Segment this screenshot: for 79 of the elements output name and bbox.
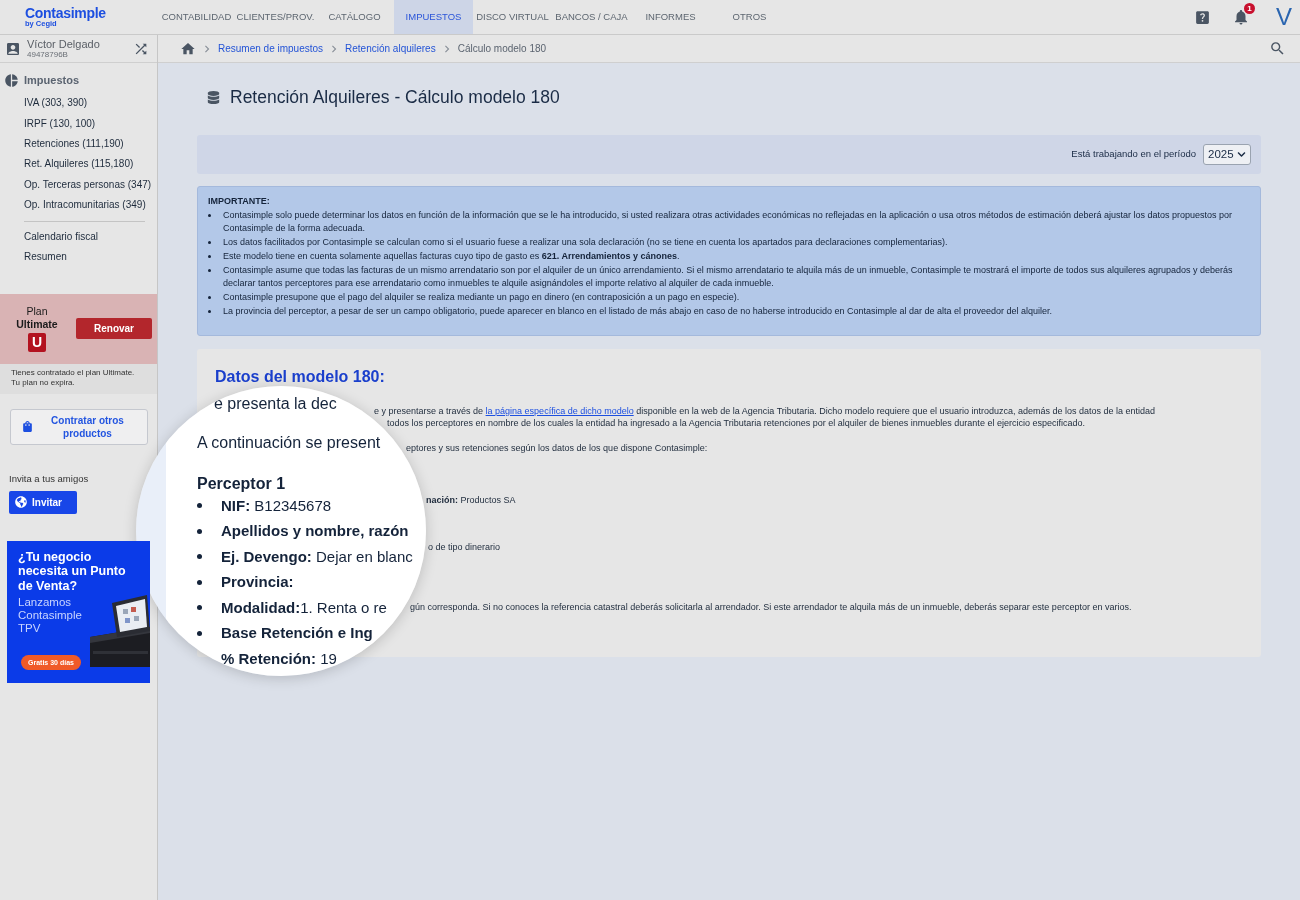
paragraph-text: todos los perceptores en nombre de los cuales la entidad ha ingresado a la Agencia Tributaria retenciones por el alquiler de bienes inmuebles durante el ejercicio especificado.: [387, 417, 1085, 429]
plan-note: Tienes contratado el plan Ultimate. Tu plan no expira.: [0, 363, 157, 394]
sidebar-link[interactable]: Op. Intracomunitarias (349): [24, 194, 146, 215]
magnified-text: e presenta la dec: [214, 396, 337, 412]
paragraph-text: nación: Productos SA: [426, 494, 516, 506]
invite-button[interactable]: Invitar: [9, 490, 77, 514]
nav-tab[interactable]: CATÁLOGO: [315, 0, 394, 34]
products-button[interactable]: Contratar otros productos: [10, 408, 148, 445]
page-title: Retención Alquileres - Cálculo modelo 180: [230, 87, 560, 107]
field-text: % Retención: 19: [221, 650, 337, 667]
caret-icon: [1237, 150, 1246, 159]
shopping-bag-icon: [21, 420, 34, 434]
promo-headline: ¿Tu negocio necesita un Punto de Venta?: [18, 549, 127, 594]
notice-title: IMPORTANTE:: [208, 195, 271, 208]
promo-text: Lanzamos Contasimple TPV: [18, 596, 83, 636]
paragraph-text: e y presentarse a través de la página específica de dicho modelo disponible en la web de la Agencia Tributaria. Dicho modelo requiere que el usuario introduzca, además de los datos de la entidad: [374, 405, 1156, 417]
bell-icon[interactable]: [1232, 8, 1250, 26]
magnified-text: A continuación se present: [197, 435, 381, 451]
field-text: Modalidad:1. Renta o re: [221, 599, 387, 616]
sidebar-link[interactable]: IVA (303, 390): [24, 92, 88, 113]
renew-button[interactable]: Renovar: [76, 318, 152, 340]
field-text: Ej. Devengo: Dejar en blanc: [221, 548, 413, 565]
notice-text: Este modelo tiene en cuenta solamente aquellas facturas cuyo tipo de gasto es 621. Arrendamientos y cánones.: [223, 249, 680, 263]
nav-tab[interactable]: CONTABILIDAD: [157, 0, 236, 34]
nav-tab[interactable]: IMPUESTOS: [394, 0, 473, 34]
field-text: Base Retención e Ing: [221, 625, 373, 642]
person-card-icon: [5, 40, 21, 57]
plan-label: Plan: [26, 305, 48, 319]
breadcrumb-link[interactable]: Resumen de impuestos: [218, 41, 324, 56]
nav-tab[interactable]: BANCOS / CAJA: [552, 0, 631, 34]
bullet-icon: [208, 241, 211, 245]
account-id: 49478796B: [27, 50, 69, 59]
notice-text: Los datos facilitados por Contasimple se calculan como si el usuario fuese a realizar una sola declaración (no se tiene en cuenta los apartados para declaraciones complementarias).: [223, 236, 948, 250]
notice-text: Contasimple asume que todas las facturas de un mismo arrendatario son por el alquiler de un único arrendamiento. Si el mismo arrendatario te alquila más de un inmueble, Contasimple te mostrará el importe de todos sus alquileres agrupados y deberás declarar tantos perceptores para ese arrendatario como inmuebles te alquile asignándoles el importe relativo al alquiler de cada inmueble.: [223, 263, 1234, 291]
breadcrumb-current: Cálculo modelo 180: [457, 42, 547, 56]
search-icon[interactable]: [1269, 40, 1286, 57]
sidebar-link[interactable]: Op. Terceras personas (347): [24, 174, 152, 195]
field-text: Provincia:: [221, 574, 294, 591]
database-icon: [207, 90, 220, 104]
sidebar-link[interactable]: Calendario fiscal: [24, 225, 98, 247]
sidebar-link[interactable]: Ret. Alquileres (115,180): [24, 153, 134, 175]
nav-tab[interactable]: DISCO VIRTUAL: [473, 0, 552, 34]
nav-tab[interactable]: OTROS: [710, 0, 789, 34]
logo-wordmark[interactable]: Contasimple: [25, 6, 106, 20]
notice-text: La provincia del perceptor, a pesar de ser un campo obligatorio, puede aparecer en blanco en el listado de más abajo en caso de no haberse introducido en Contasimple al dar de alta el proveedor del alquiler.: [223, 304, 1053, 318]
help-icon[interactable]: [1194, 8, 1211, 26]
bullet-icon: [208, 268, 211, 272]
user-initial[interactable]: V: [1276, 5, 1292, 29]
period-select[interactable]: 2025: [1203, 144, 1251, 165]
section-heading: Perceptor 1: [197, 476, 286, 492]
bullet-icon: [208, 213, 211, 217]
plan-badge: U: [28, 333, 46, 353]
invite-label: Invita a tus amigos: [9, 472, 89, 485]
globe-icon: [15, 496, 27, 509]
paragraph-text: eptores y sus retenciones según los datos de los que dispone Contasimple:: [406, 442, 708, 454]
paragraph-text: o de tipo dinerario: [428, 541, 501, 553]
paragraph-text: gún corresponda. Si no conoces la referencia catastral deberás solicitarla al arrendador. Si este arrendador te alquila más de un inmueble, deberás separar este perceptor en varios.: [410, 601, 1132, 613]
field-text: Apellidos y nombre, razón: [221, 523, 409, 540]
notice-text: Contasimple solo puede determinar los datos en función de la información que se le ha introducido, si usted realizara otras actividades económicas no reflejadas en la aplicación o usa otros métodos de estimación deberá ajustar los datos propuestos por Contasimple de la forma adecuada.: [223, 208, 1234, 236]
nav-tab[interactable]: INFORMES: [631, 0, 710, 34]
bullet-icon: [208, 309, 211, 313]
plan-name: Ultimate: [16, 318, 58, 332]
notification-badge: 1: [1244, 3, 1255, 14]
sidebar-link[interactable]: Resumen: [24, 246, 67, 267]
bullet-icon: [208, 295, 211, 299]
pie-chart-icon: [4, 72, 19, 88]
sidebar-link[interactable]: Retenciones (111,190): [24, 133, 124, 154]
section-title: Impuestos: [24, 73, 79, 88]
period-label: Está trabajando en el período: [1071, 147, 1196, 162]
notice-text: Contasimple presupone que el pago del alquiler se realiza mediante un pago en dinero (en contraposición a un pago en especie).: [223, 290, 740, 304]
field-text: NIF: B12345678: [221, 497, 332, 514]
model-page-link[interactable]: la página específica de dicho modelo: [485, 406, 634, 416]
account-name[interactable]: Víctor Delgado: [27, 38, 100, 50]
home-icon[interactable]: [180, 40, 196, 57]
bullet-icon: [208, 254, 211, 258]
breadcrumb-link[interactable]: Retención alquileres: [345, 41, 436, 56]
nav-tab[interactable]: CLIENTES/PROV.: [236, 0, 315, 34]
section-title: Datos del modelo 180:: [215, 369, 385, 385]
sidebar-link[interactable]: IRPF (130, 100): [24, 112, 96, 134]
